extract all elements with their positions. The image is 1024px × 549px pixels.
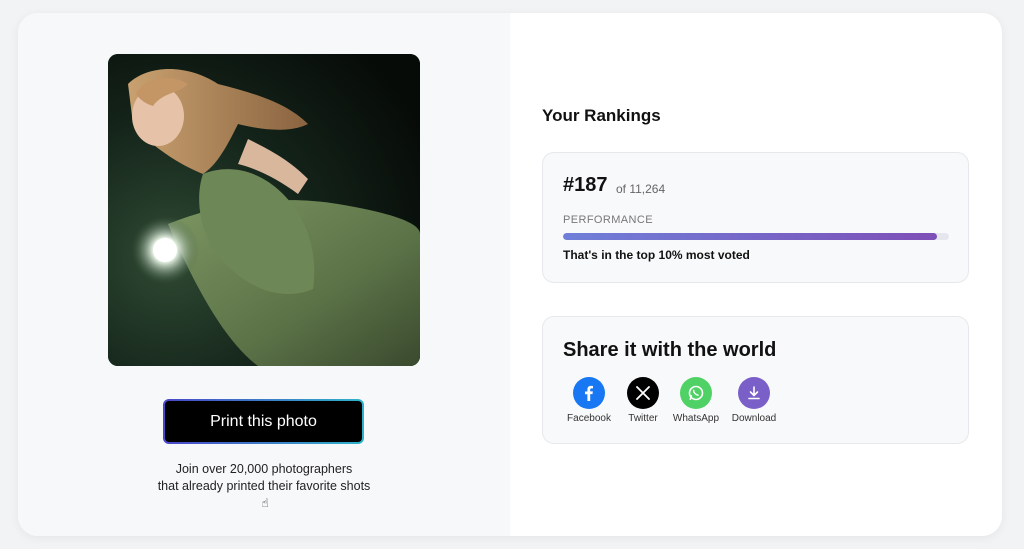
print-photo-button[interactable]: Print this photo [163, 399, 364, 444]
rankings-panel: Your Rankings #187 of 11,264 PERFORMANCE… [510, 13, 1002, 536]
join-line-2: that already printed their favorite shot… [157, 479, 371, 493]
performance-label: PERFORMANCE [563, 214, 653, 226]
rankings-title: Your Rankings [542, 106, 661, 125]
photo [108, 54, 420, 366]
facebook-icon[interactable] [573, 377, 605, 409]
share-label-download: Download [731, 413, 777, 424]
photo-panel: Print this photo Join over 20,000 photog… [18, 13, 510, 536]
share-card: Share it with the world Facebook Twitter… [542, 316, 969, 444]
share-whatsapp-button[interactable]: WhatsApp [668, 377, 724, 424]
share-facebook-button[interactable]: Facebook [561, 377, 617, 424]
performance-bar-fill [563, 233, 938, 240]
rank-total: of 11,264 [616, 182, 666, 196]
share-download-button[interactable]: Download [726, 377, 782, 424]
rank-card: #187 of 11,264 PERFORMANCE That's in the… [542, 152, 969, 283]
share-label-whatsapp: WhatsApp [672, 413, 720, 424]
performance-text: That's in the top 10% most voted [563, 248, 750, 262]
join-line-2-wrap: that already printed their favorite shot… [78, 478, 450, 512]
share-title: Share it with the world [563, 339, 777, 361]
pointing-hand-icon: ☝ [261, 496, 269, 510]
join-text: Join over 20,000 photographers that alre… [78, 461, 450, 512]
whatsapp-icon[interactable] [680, 377, 712, 409]
result-card: Print this photo Join over 20,000 photog… [18, 13, 1002, 536]
performance-bar [563, 233, 949, 240]
rank-number: #187 [563, 174, 608, 196]
download-icon[interactable] [738, 377, 770, 409]
join-line-1: Join over 20,000 photographers [175, 462, 353, 476]
share-label-facebook: Facebook [567, 413, 611, 424]
share-twitter-button[interactable]: Twitter [615, 377, 671, 424]
x-icon[interactable] [627, 377, 659, 409]
share-label-twitter: Twitter [628, 413, 658, 424]
